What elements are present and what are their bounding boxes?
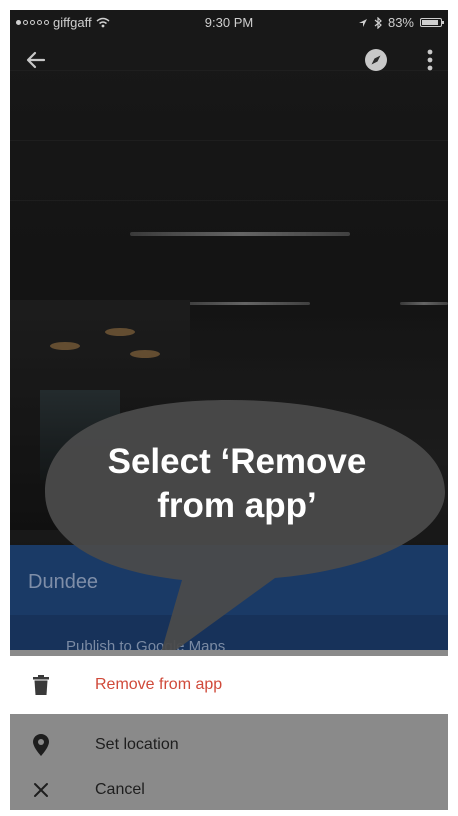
trash-icon xyxy=(29,673,53,697)
callout-line-1: Select ‘Remove xyxy=(107,442,367,481)
remove-from-app-option[interactable]: Remove from app xyxy=(10,656,448,714)
battery-icon xyxy=(420,18,444,27)
place-name: Dundee xyxy=(28,571,99,593)
cancel-option[interactable]: Cancel xyxy=(10,770,448,810)
battery-percent: 83% xyxy=(387,15,414,30)
status-bar: giffgaff 9:30 PM 83% xyxy=(10,10,448,34)
set-location-option[interactable]: Set location xyxy=(10,717,448,773)
callout-line-2: from app’ xyxy=(157,486,317,525)
more-vertical-icon xyxy=(427,49,433,71)
top-app-bar xyxy=(10,38,448,82)
remove-from-app-label: Remove from app xyxy=(95,676,223,693)
location-pin-icon xyxy=(29,733,53,757)
explore-button[interactable] xyxy=(356,40,396,80)
back-button[interactable] xyxy=(16,40,56,80)
set-location-label: Set location xyxy=(95,736,179,753)
phone-screen: giffgaff 9:30 PM 83% Dundee Publish to G… xyxy=(10,10,448,810)
bluetooth-icon xyxy=(374,16,382,29)
close-icon xyxy=(29,778,53,802)
location-arrow-icon xyxy=(358,18,367,27)
place-sheet: Dundee xyxy=(10,545,448,650)
cancel-label: Cancel xyxy=(95,781,145,798)
more-options-button[interactable] xyxy=(415,40,445,80)
compass-icon xyxy=(365,49,387,71)
action-sheet: Remove from app Set location Cancel xyxy=(10,650,448,810)
arrow-left-icon xyxy=(26,51,46,69)
callout-text: Select ‘Remove from app’ xyxy=(72,440,402,528)
